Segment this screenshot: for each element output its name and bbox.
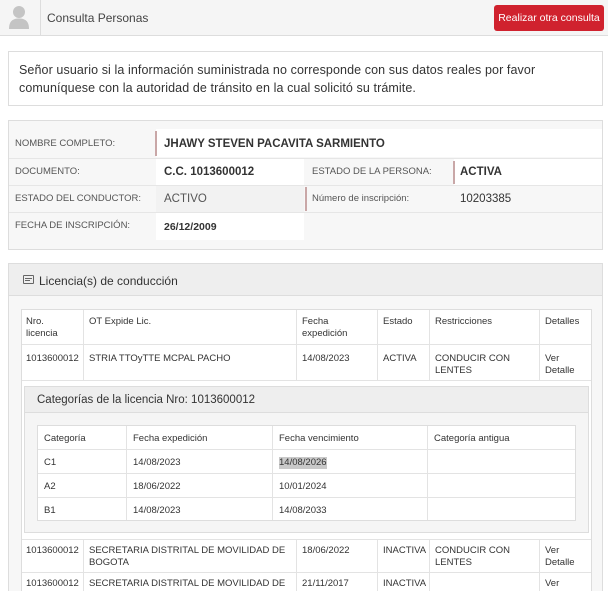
col-header-cat-issue-date: Fecha expedición	[133, 433, 208, 444]
divider	[22, 539, 591, 540]
driver-state-value: ACTIVO	[164, 193, 207, 205]
license-issue-date: 14/08/2023	[302, 353, 350, 364]
divider	[305, 187, 307, 211]
divider	[427, 426, 428, 520]
license-number: 1013600012	[26, 545, 79, 556]
col-header-restrictions: Restricciones	[435, 316, 493, 327]
full-name-value: JHAWY STEVEN PACAVITA SARMIENTO	[164, 138, 385, 150]
divider	[539, 310, 540, 380]
category-expiry-date: 10/01/2024	[279, 481, 327, 492]
person-state-value: ACTIVA	[460, 166, 502, 178]
view-detail-link[interactable]: Ver Detalle	[545, 353, 581, 377]
category-issue-date: 14/08/2023	[133, 505, 181, 516]
full-name-label: NOMBRE COMPLETO:	[15, 138, 116, 149]
divider	[377, 539, 378, 591]
license-status: INACTIVA	[383, 545, 427, 556]
category-code: A2	[44, 481, 56, 492]
divider	[429, 539, 430, 591]
category-code: C1	[44, 457, 57, 468]
divider	[296, 310, 297, 380]
divider	[453, 161, 455, 184]
divider	[83, 539, 84, 591]
notice-message: Señor usuario si la información suminist…	[8, 51, 603, 106]
category-expiry-date: 14/08/2033	[279, 505, 327, 516]
view-detail-link[interactable]: Ver	[545, 578, 559, 590]
view-detail-link[interactable]: Ver Detalle	[545, 545, 581, 569]
license-restrictions: CONDUCIR CON LENTES	[435, 353, 510, 376]
divider	[155, 131, 157, 156]
col-header-issuer: OT Expide Lic.	[89, 316, 152, 327]
categories-header: Categorías de la licencia Nro: 101360001…	[25, 387, 588, 413]
license-issuer: STRIA TTOyTTE MCPAL PACHO	[89, 353, 231, 364]
license-status: INACTIVA	[383, 578, 427, 589]
category-code: B1	[44, 505, 56, 516]
license-issue-date: 21/11/2017	[302, 578, 349, 589]
categories-table: Categoría Fecha expedición Fecha vencimi…	[37, 425, 576, 521]
divider	[22, 572, 591, 573]
divider	[40, 0, 41, 36]
col-header-issue-date: Fecha expedición	[302, 316, 348, 339]
document-label: DOCUMENTO:	[15, 166, 80, 177]
divider	[272, 426, 273, 520]
col-header-old-category: Categoría antigua	[434, 433, 510, 444]
user-avatar-icon	[9, 6, 29, 29]
divider	[126, 426, 127, 520]
divider	[22, 380, 591, 381]
col-header-category: Categoría	[44, 433, 86, 444]
licenses-table: Nro. licencia OT Expide Lic. Fecha exped…	[21, 309, 592, 591]
license-number: 1013600012	[26, 578, 79, 589]
divider	[38, 473, 575, 474]
license-restrictions: CONDUCIR CON LENTES	[435, 545, 510, 568]
col-header-details: Detalles	[545, 316, 580, 327]
inscription-date-label: FECHA DE INSCRIPCIÓN:	[15, 220, 131, 231]
divider	[539, 539, 540, 591]
licenses-title: Licencia(s) de conducción	[39, 274, 178, 288]
divider	[38, 497, 575, 498]
person-info-panel: NOMBRE COMPLETO: JHAWY STEVEN PACAVITA S…	[8, 120, 603, 250]
divider	[38, 449, 575, 450]
divider	[22, 344, 591, 345]
driver-state-label: ESTADO DEL CONDUCTOR:	[15, 193, 141, 204]
divider	[9, 212, 602, 213]
license-status: ACTIVA	[383, 353, 417, 364]
col-header-cat-expiry-date: Fecha vencimiento	[279, 433, 359, 444]
category-issue-date: 14/08/2023	[133, 457, 181, 468]
category-issue-date: 18/06/2022	[133, 481, 181, 492]
inscription-number-label: Número de inscripción:	[312, 193, 410, 204]
top-bar: Consulta Personas Realizar otra consulta	[0, 0, 608, 36]
inscription-date-value: 26/12/2009	[164, 221, 217, 233]
divider	[296, 539, 297, 591]
category-expiry-date: 14/08/2026	[279, 457, 327, 469]
license-card-icon	[23, 275, 34, 284]
license-issue-date: 18/06/2022	[302, 545, 350, 556]
page-title: Consulta Personas	[47, 11, 149, 25]
document-value: C.C. 1013600012	[164, 166, 255, 178]
col-header-status: Estado	[383, 316, 413, 327]
license-issuer: SECRETARIA DISTRITAL DE MOVILIDAD DE BOG…	[89, 545, 286, 568]
divider	[83, 310, 84, 380]
categories-panel: Categorías de la licencia Nro: 101360001…	[24, 386, 589, 533]
categories-title: Categorías de la licencia Nro: 101360001…	[37, 394, 256, 406]
license-number: 1013600012	[26, 353, 79, 364]
new-query-button[interactable]: Realizar otra consulta	[494, 5, 604, 31]
licenses-panel: Licencia(s) de conducción Nro. licencia …	[8, 263, 603, 591]
divider	[377, 310, 378, 380]
divider	[9, 185, 602, 186]
person-state-label: ESTADO DE LA PERSONA:	[312, 166, 432, 177]
col-header-license-number: Nro. licencia	[26, 316, 58, 339]
inscription-number-value: 10203385	[460, 193, 512, 205]
licenses-header: Licencia(s) de conducción	[9, 264, 602, 296]
license-issuer: SECRETARIA DISTRITAL DE MOVILIDAD DE	[89, 578, 286, 589]
divider	[429, 310, 430, 380]
